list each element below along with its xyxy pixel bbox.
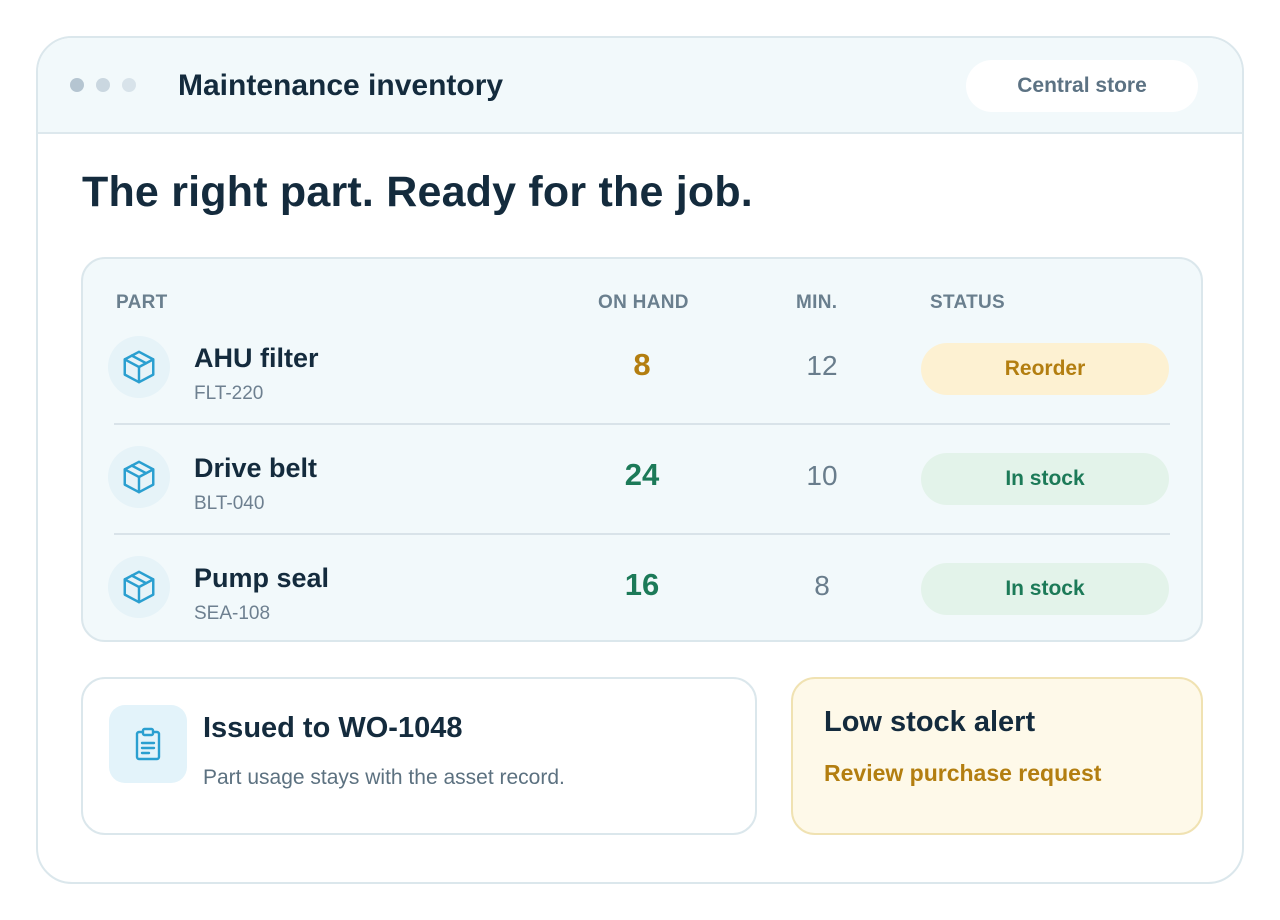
window-dot-icon [122, 78, 136, 92]
page-headline: The right part. Ready for the job. [82, 168, 753, 216]
on-hand-value: 16 [624, 567, 660, 602]
issued-description: Part usage stays with the asset record. [203, 766, 565, 789]
part-name: Pump seal [194, 563, 330, 593]
issued-card: Issued to WO-1048 Part usage stays with … [81, 677, 757, 835]
review-purchase-request-link[interactable]: Review purchase request [824, 760, 1101, 787]
min-value: 8 [814, 570, 830, 601]
package-icon [108, 556, 170, 618]
part-code: SEA-108 [194, 603, 271, 624]
app-title: Maintenance inventory [178, 69, 504, 102]
alert-title: Low stock alert [824, 706, 1036, 738]
clipboard-icon [109, 705, 187, 783]
table-row[interactable]: Pump seal SEA-108 16 8 In stock [83, 259, 1201, 640]
issued-title: Issued to WO-1048 [203, 712, 463, 744]
window-dot-icon [70, 78, 84, 92]
status-badge: In stock [921, 563, 1169, 615]
location-selector[interactable]: Central store [966, 60, 1198, 112]
inventory-table: PART ON HAND MIN. STATUS AHU filter FLT-2… [81, 257, 1203, 642]
app-window: Maintenance inventory Central store The … [36, 36, 1244, 884]
low-stock-alert-card: Low stock alert Review purchase request [791, 677, 1203, 835]
title-bar: Maintenance inventory Central store [38, 38, 1242, 134]
window-dot-icon [96, 78, 110, 92]
